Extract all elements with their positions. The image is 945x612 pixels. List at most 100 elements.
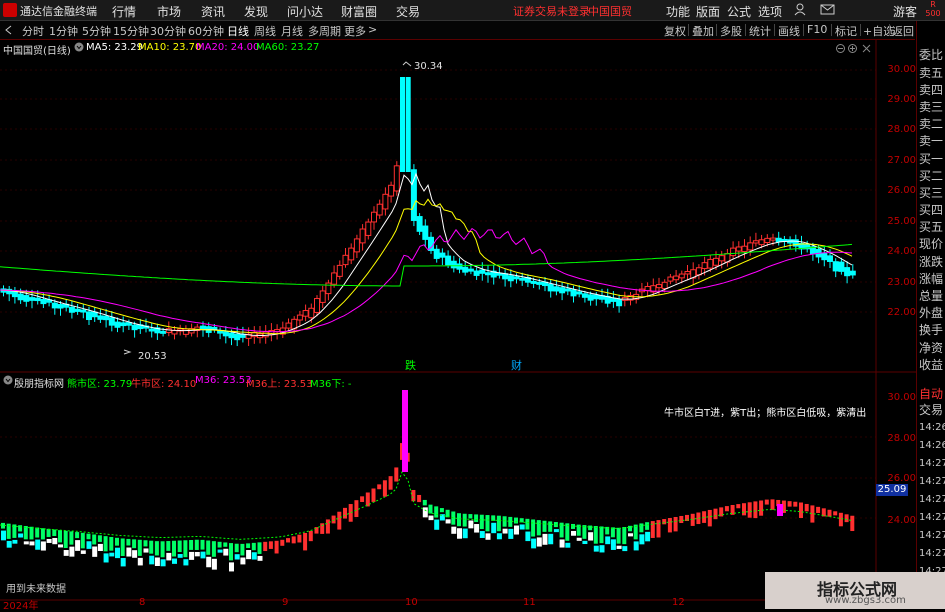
tick-time: 14:27 <box>919 530 945 541</box>
toolbar-divider <box>831 24 832 36</box>
period-week[interactable]: 周线 <box>254 23 276 39</box>
stock-tag[interactable]: 中国国贸 <box>588 3 632 19</box>
period-5min[interactable]: 5分钟 <box>82 23 111 39</box>
panel-item-sell4[interactable]: 卖四 <box>919 83 943 97</box>
period-more[interactable]: 更多 <box>344 23 366 39</box>
indicator-settings-icon[interactable] <box>3 375 13 388</box>
period-month[interactable]: 月线 <box>281 23 303 39</box>
event-marker-die[interactable]: 跌 <box>405 358 416 372</box>
panel-item-pct[interactable]: 涨幅 <box>919 272 943 286</box>
tick-time: 14:27 <box>919 476 945 487</box>
panel-item-buy2[interactable]: 买二 <box>919 169 943 183</box>
indicator-name[interactable]: 殷朋指标网 <box>14 375 64 390</box>
watermark: 指标公式网 www.zbgs3.com <box>765 572 945 609</box>
period-toolbar: 分时 1分钟 5分钟 15分钟 30分钟 60分钟 日线 周线 月线 多周期 更… <box>0 21 915 40</box>
toolbar-divider <box>860 24 861 36</box>
nav-left-icon[interactable] <box>4 25 14 38</box>
panel-item-sell2[interactable]: 卖二 <box>919 117 943 131</box>
panel-item-buy5[interactable]: 买五 <box>919 220 943 234</box>
panel-item-change[interactable]: 涨跌 <box>919 255 943 269</box>
tick-time: 14:27 <box>919 512 945 523</box>
panel-item-sell3[interactable]: 卖三 <box>919 100 943 114</box>
period-1min[interactable]: 1分钟 <box>49 23 78 39</box>
panel-item-outer[interactable]: 外盘 <box>919 306 943 320</box>
period-60min[interactable]: 60分钟 <box>188 23 224 39</box>
panel-trade[interactable]: 交易 <box>919 403 943 417</box>
panel-item-buy3[interactable]: 买三 <box>919 186 943 200</box>
tool-diejia[interactable]: 叠加 <box>692 23 714 39</box>
guest-label[interactable]: 游客 <box>893 3 917 20</box>
tool-duogu[interactable]: 多股 <box>720 23 742 39</box>
tool-tongji[interactable]: 统计 <box>749 23 771 39</box>
toolbar-divider <box>774 24 775 36</box>
indicator-m36-up-label: M36上: 23.53 <box>246 379 313 390</box>
period-15min[interactable]: 15分钟 <box>113 23 149 39</box>
r-badge-number: 500 <box>925 9 941 18</box>
panel-item-netasset[interactable]: 净资 <box>919 341 943 355</box>
mail-icon[interactable] <box>820 2 836 19</box>
menu-xuanxiang[interactable]: 选项 <box>758 3 782 20</box>
yaxis-label: 29.00 <box>887 94 916 105</box>
toolbar-divider <box>889 24 890 36</box>
menu-zixun[interactable]: 资讯 <box>201 3 225 20</box>
user-icon[interactable] <box>793 2 807 19</box>
watermark-url: www.zbgs3.com <box>825 595 906 606</box>
xaxis-label: 2024年 <box>3 601 39 612</box>
menu-shichang[interactable]: 市场 <box>157 3 181 20</box>
tick-time: 14:26 <box>919 422 945 433</box>
event-marker-cai[interactable]: 财 <box>511 358 522 372</box>
ma-lines <box>0 172 853 336</box>
panel-item-turnover[interactable]: 换手 <box>919 323 943 337</box>
low-marker-arrow <box>123 349 132 355</box>
period-day[interactable]: 日线 <box>227 23 249 39</box>
panel-item-sell1[interactable]: 卖一 <box>919 134 943 148</box>
period-multi[interactable]: 多周期 <box>308 23 341 39</box>
tool-fuquan[interactable]: 复权 <box>664 23 686 39</box>
trade-login-warning[interactable]: 证券交易未登录 <box>513 3 590 19</box>
panel-auto[interactable]: 自动 <box>919 387 943 401</box>
toolbar-divider <box>803 24 804 36</box>
tool-f10[interactable]: F10 <box>807 23 827 36</box>
low-label: 20.53 <box>138 351 167 362</box>
candles-main <box>0 77 856 347</box>
menu-banmian[interactable]: 版面 <box>696 3 720 20</box>
menu-gongshi[interactable]: 公式 <box>727 3 751 20</box>
period-fenshi[interactable]: 分时 <box>22 23 44 39</box>
xaxis-label: 8 <box>139 597 146 608</box>
yaxis-label: 30.00 <box>887 64 916 75</box>
ind-yaxis-label: 24.00 <box>887 515 916 526</box>
panel-item-buy1[interactable]: 买一 <box>919 152 943 166</box>
panel-item-sell5[interactable]: 卖五 <box>919 66 943 80</box>
xaxis-label: 10 <box>405 597 418 608</box>
tool-biaoji[interactable]: 标记 <box>835 23 857 39</box>
panel-item-earnings[interactable]: 收益 <box>919 358 943 372</box>
xaxis-label: 12 <box>672 597 685 608</box>
indicator-note: 牛市区白T进，紫T出；熊市区白低吸，紫清出 <box>664 408 867 419</box>
menu-hangqing[interactable]: 行情 <box>112 3 136 20</box>
tick-time: 14:27 <box>919 458 945 469</box>
r-badge-letter: R <box>930 0 936 9</box>
menu-caifuquan[interactable]: 财富圈 <box>341 3 377 20</box>
menu-jiaoyi[interactable]: 交易 <box>396 3 420 20</box>
yaxis-label: 22.00 <box>887 307 916 318</box>
menu-wenxiaoda[interactable]: 问小达 <box>287 3 323 20</box>
ind-yaxis-label: 28.00 <box>887 433 916 444</box>
yaxis-label: 28.00 <box>887 124 916 135</box>
kline-chart[interactable]: 30.34 20.53 跌 财 用到未来数据 <box>0 40 916 609</box>
panel-item-buy4[interactable]: 买四 <box>919 203 943 217</box>
panel-item-volume[interactable]: 总量 <box>919 289 943 303</box>
high-label: 30.34 <box>414 61 443 72</box>
current-price-tag: 25.09 <box>876 484 908 496</box>
panel-item-price[interactable]: 现价 <box>919 237 943 251</box>
period-30min[interactable]: 30分钟 <box>150 23 186 39</box>
yaxis-label: 27.00 <box>887 155 916 166</box>
menu-gongneng[interactable]: 功能 <box>666 3 690 20</box>
tool-huaxian[interactable]: 画线 <box>778 23 800 39</box>
indicator-magenta-bar <box>402 390 408 472</box>
period-more-arrow[interactable]: > <box>368 23 377 36</box>
panel-item-weibi[interactable]: 委比 <box>919 48 943 62</box>
yaxis-label: 26.00 <box>887 185 916 196</box>
indicator-magenta-bar <box>777 504 783 516</box>
menu-faxian[interactable]: 发现 <box>244 3 268 20</box>
tool-fanhui[interactable]: 返回 <box>892 23 914 39</box>
